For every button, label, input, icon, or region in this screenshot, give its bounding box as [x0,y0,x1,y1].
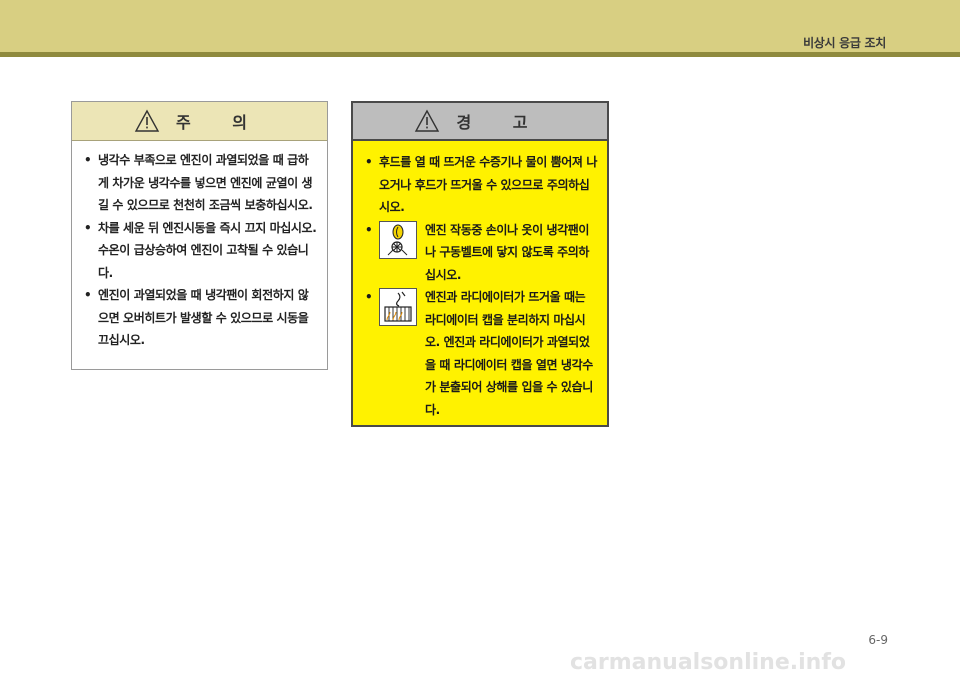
warning-box: 경 고 • 후드를 열 때 뜨거운 수증기나 물이 뿜어져 나오거나 후드가 뜨거… [351,101,609,427]
warning-item: • 후드를 열 때 뜨거운 수증기나 물이 뿜어져 나오거나 후드가 뜨거울 수 … [365,151,599,219]
warning-item: • 엔진과 라디에이터가 뜨거울 때는 라디에이터 캡을 분리하지 마십시오. … [365,286,599,421]
bullet-dot: • [84,220,92,235]
warning-item-text: 엔진과 라디에이터가 뜨거울 때는 라디에이터 캡을 분리하지 마십시오. 엔진… [425,290,593,417]
bullet-dot: • [365,290,373,304]
bullet-dot: • [84,288,92,302]
caution-item: • 차를 세운 뒤 엔진시동을 즉시 끄지 마십시오. 수온이 급상승하여 엔진이… [84,217,319,285]
warning-triangle-icon [415,109,440,132]
caution-item: • 냉각수 부족으로 엔진이 과열되었을 때 급하게 차가운 냉각수를 넣으면 엔… [84,149,319,217]
warning-list: • 후드를 열 때 뜨거운 수증기나 물이 뿜어져 나오거나 후드가 뜨거울 수 … [365,151,599,421]
warning-header: 경 고 [353,103,607,141]
header-rule [0,52,960,57]
caution-box: 주 의 • 냉각수 부족으로 엔진이 과열되었을 때 급하게 차가운 냉각수를 넣… [71,101,328,370]
caution-list: • 냉각수 부족으로 엔진이 과열되었을 때 급하게 차가운 냉각수를 넣으면 엔… [84,149,319,352]
warning-triangle-icon [134,109,160,132]
warning-title: 경 고 [456,113,546,132]
section-title: 비상시 응급 조치 [803,36,886,50]
bullet-dot: • [365,222,373,237]
hot-radiator-icon [379,288,417,326]
cooling-fan-hand-icon [379,220,417,259]
page-number: 6-9 [868,633,888,647]
caution-item-text: 차를 세운 뒤 엔진시동을 즉시 끄지 마십시오. 수온이 급상승하여 엔진이 … [98,220,317,280]
caution-body: • 냉각수 부족으로 엔진이 과열되었을 때 급하게 차가운 냉각수를 넣으면 엔… [72,141,327,352]
caution-item: • 엔진이 과열되었을 때 냉각팬이 회전하지 않으면 오버히트가 발생할 수 있… [84,284,319,352]
caution-item-text: 냉각수 부족으로 엔진이 과열되었을 때 급하게 차가운 냉각수를 넣으면 엔진… [98,153,313,212]
warning-body: • 후드를 열 때 뜨거운 수증기나 물이 뿜어져 나오거나 후드가 뜨거울 수 … [353,141,607,421]
warning-item: • 엔진 작동중 손이나 옷이 냉각팬이나 구동벨트에 닿지 않도록 주의하십시… [365,219,599,287]
watermark: carmanualsonline.info [570,650,846,675]
bullet-dot: • [84,153,92,167]
caution-item-text: 엔진이 과열되었을 때 냉각팬이 회전하지 않으면 오버히트가 발생할 수 있으… [98,288,309,347]
caution-header: 주 의 [72,102,327,141]
warning-item-text: 엔진 작동중 손이나 옷이 냉각팬이나 구동벨트에 닿지 않도록 주의하십시오. [425,222,590,282]
caution-title: 주 의 [175,113,265,132]
warning-item-text: 후드를 열 때 뜨거운 수증기나 물이 뿜어져 나오거나 후드가 뜨거울 수 있… [379,155,597,214]
bullet-dot: • [365,155,373,169]
